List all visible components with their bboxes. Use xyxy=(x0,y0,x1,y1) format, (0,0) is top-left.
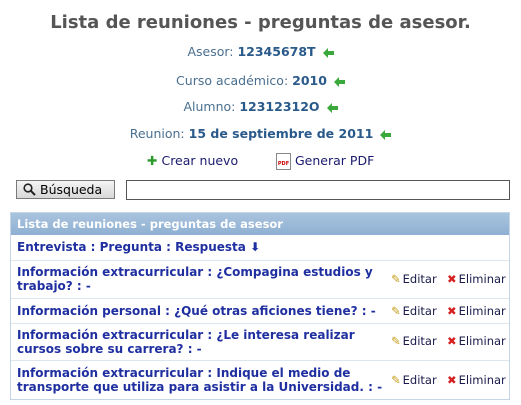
meta-asesor: Asesor: 12345678T xyxy=(0,44,521,59)
search-button-label: Búsqueda xyxy=(40,182,103,197)
plus-icon: ✚ xyxy=(147,153,158,168)
page-title: Lista de reuniones - preguntas de asesor… xyxy=(50,12,471,33)
delete-label: Eliminar xyxy=(458,272,506,286)
meta-curso: Curso académico: 2010 xyxy=(0,73,521,88)
row-line: Información extracurricular : ¿Le intere… xyxy=(17,328,355,342)
search-input[interactable] xyxy=(126,180,510,200)
edit-button[interactable]: ✎ Editar xyxy=(391,373,437,387)
generate-pdf-link[interactable]: PDF Generar PDF xyxy=(276,153,374,170)
meta-value: 15 de septiembre de 2011 xyxy=(188,126,374,141)
row-line: Información extracurricular : Indique el… xyxy=(17,366,351,380)
row-question[interactable]: Información extracurricular : Indique el… xyxy=(17,366,382,394)
table-row: Información extracurricular : ¿Compagina… xyxy=(11,261,509,299)
edit-button[interactable]: ✎ Editar xyxy=(391,334,437,348)
row-line: trabajo? : - xyxy=(17,279,91,293)
row-line: cursos sobre su carrera? : - xyxy=(17,342,202,356)
delete-button[interactable]: ✖ Eliminar xyxy=(447,373,506,387)
pencil-icon: ✎ xyxy=(391,272,401,286)
create-new-label: Crear nuevo xyxy=(161,153,239,168)
generate-pdf-label: Generar PDF xyxy=(295,153,375,168)
meta-label: Alumno: xyxy=(183,99,236,114)
edit-button[interactable]: ✎ Editar xyxy=(391,304,437,318)
x-icon: ✖ xyxy=(447,334,457,348)
delete-label: Eliminar xyxy=(458,373,506,387)
x-icon: ✖ xyxy=(447,272,457,286)
row-question[interactable]: Información personal : ¿Qué otras aficio… xyxy=(17,304,376,318)
sort-header-label: Entrevista : Pregunta : Respuesta xyxy=(17,240,246,254)
magnifier-icon xyxy=(23,183,36,196)
arrow-left-icon[interactable] xyxy=(322,47,334,58)
row-line: Información personal : ¿Qué otras aficio… xyxy=(17,304,376,318)
edit-label: Editar xyxy=(402,373,437,387)
row-line: Información extracurricular : ¿Compagina… xyxy=(17,265,373,279)
row-question[interactable]: Información extracurricular : ¿Le intere… xyxy=(17,328,355,356)
meta-label: Curso académico: xyxy=(176,73,289,88)
row-line: transporte que utiliza para asistir a la… xyxy=(17,380,383,394)
x-icon: ✖ xyxy=(447,304,457,318)
row-question[interactable]: Información extracurricular : ¿Compagina… xyxy=(17,265,373,293)
search-button[interactable]: Búsqueda xyxy=(16,180,115,199)
x-icon: ✖ xyxy=(447,373,457,387)
meta-reunion: Reunion: 15 de septiembre de 2011 xyxy=(0,126,521,141)
pencil-icon: ✎ xyxy=(391,373,401,387)
arrow-left-icon[interactable] xyxy=(380,129,392,140)
delete-label: Eliminar xyxy=(458,304,506,318)
pencil-icon: ✎ xyxy=(391,304,401,318)
meta-value: 2010 xyxy=(292,73,327,88)
grid-caption: Lista de reuniones - preguntas de asesor xyxy=(11,213,509,235)
sort-down-icon: ⬇ xyxy=(250,240,261,254)
delete-label: Eliminar xyxy=(458,334,506,348)
delete-button[interactable]: ✖ Eliminar xyxy=(447,272,506,286)
meta-label: Reunion: xyxy=(129,126,185,141)
delete-button[interactable]: ✖ Eliminar xyxy=(447,334,506,348)
edit-label: Editar xyxy=(402,334,437,348)
table-row: Información extracurricular : Indique el… xyxy=(11,361,509,399)
table-row: Información extracurricular : ¿Le intere… xyxy=(11,324,509,361)
edit-button[interactable]: ✎ Editar xyxy=(391,272,437,286)
meetings-grid: Lista de reuniones - preguntas de asesor… xyxy=(10,212,510,400)
delete-button[interactable]: ✖ Eliminar xyxy=(447,304,506,318)
create-new-link[interactable]: ✚ Crear nuevo xyxy=(147,153,238,168)
edit-label: Editar xyxy=(402,304,437,318)
table-row: Información personal : ¿Qué otras aficio… xyxy=(11,299,509,324)
edit-label: Editar xyxy=(402,272,437,286)
meta-value: 12345678T xyxy=(237,44,316,59)
arrow-left-icon[interactable] xyxy=(326,102,338,113)
sort-header[interactable]: Entrevista : Pregunta : Respuesta ⬇ xyxy=(11,235,509,261)
meta-value: 12312312O xyxy=(239,99,320,114)
arrow-left-icon[interactable] xyxy=(333,76,345,87)
pdf-icon: PDF xyxy=(276,153,291,170)
meta-label: Asesor: xyxy=(187,44,234,59)
pencil-icon: ✎ xyxy=(391,334,401,348)
meta-alumno: Alumno: 12312312O xyxy=(0,99,521,114)
